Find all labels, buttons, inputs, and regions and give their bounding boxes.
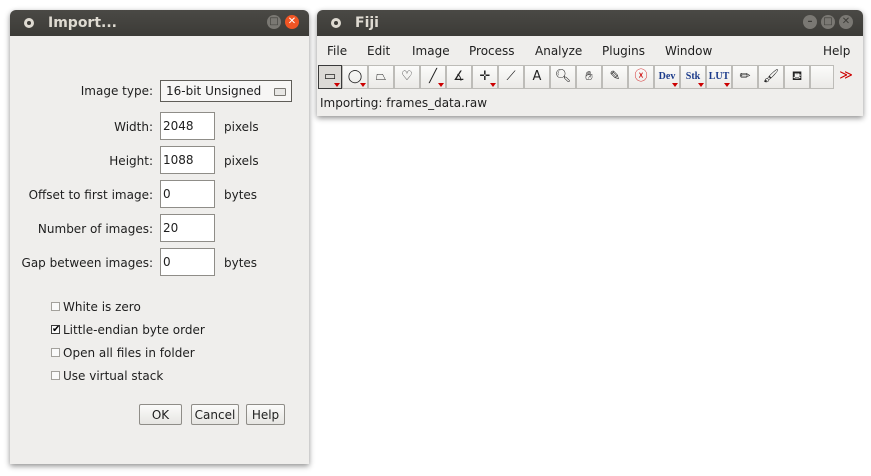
close-button[interactable]: ✕ bbox=[839, 15, 853, 29]
width-label: Width: bbox=[114, 120, 153, 134]
angle-tool-icon[interactable]: ∡ bbox=[446, 65, 472, 89]
magnifier-tool-icon[interactable]: 🔍︎ bbox=[550, 65, 576, 89]
checkbox-label: Little-endian byte order bbox=[63, 323, 205, 337]
oval-tool-icon[interactable]: ◯ bbox=[342, 65, 368, 89]
image-type-select[interactable]: 16-bit Unsigned bbox=[160, 80, 292, 102]
image-type-value: 16-bit Unsigned bbox=[166, 84, 262, 98]
submenu-indicator-icon bbox=[724, 83, 730, 87]
checkbox-label: Use virtual stack bbox=[63, 369, 164, 383]
close-icon: ✕ bbox=[287, 16, 297, 27]
fiji-window: Fiji – □ ✕ File Edit Image Process Analy… bbox=[317, 10, 863, 116]
clear-icon[interactable]: ⓧ bbox=[628, 65, 654, 89]
close-icon: ✕ bbox=[841, 16, 851, 27]
close-button[interactable]: ✕ bbox=[285, 15, 299, 29]
menu-analyze[interactable]: Analyze bbox=[535, 44, 582, 58]
submenu-indicator-icon bbox=[672, 83, 678, 87]
dropdown-icon bbox=[274, 88, 286, 96]
offset-unit: bytes bbox=[224, 188, 258, 202]
width-unit: pixels bbox=[224, 120, 259, 134]
submenu-indicator-icon bbox=[698, 83, 704, 87]
line-tool-icon[interactable]: ╱ bbox=[420, 65, 446, 89]
height-field[interactable]: 1088 bbox=[160, 146, 215, 174]
checkbox-box[interactable] bbox=[51, 302, 60, 311]
gap-field[interactable]: 0 bbox=[160, 248, 215, 276]
maximize-icon: □ bbox=[269, 16, 279, 27]
wand-tool-icon[interactable]: ⟋ bbox=[498, 65, 524, 89]
dev-menu-icon[interactable]: Dev bbox=[654, 65, 680, 89]
import-dialog-titlebar[interactable]: Import... □ ✕ bbox=[10, 10, 309, 36]
menu-process[interactable]: Process bbox=[469, 44, 515, 58]
menu-file[interactable]: File bbox=[327, 44, 347, 58]
maximize-button[interactable]: □ bbox=[267, 15, 281, 29]
offset-label: Offset to first image: bbox=[28, 188, 153, 202]
maximize-icon: □ bbox=[823, 16, 833, 27]
more-tools-icon[interactable]: ≫ bbox=[834, 65, 858, 89]
gap-label: Gap between images: bbox=[21, 256, 153, 270]
import-dialog-title: Import... bbox=[48, 15, 117, 31]
empty-slot[interactable] bbox=[810, 65, 834, 89]
cancel-button[interactable]: Cancel bbox=[191, 404, 239, 425]
checkbox-label: White is zero bbox=[63, 300, 141, 314]
status-bar: Importing: frames_data.raw bbox=[320, 96, 488, 110]
import-dialog: Import... □ ✕ Image type: 16-bit Unsigne… bbox=[10, 10, 309, 464]
fiji-title: Fiji bbox=[355, 15, 379, 31]
minimize-button[interactable]: – bbox=[803, 15, 817, 29]
submenu-indicator-icon bbox=[438, 83, 444, 87]
brush-tool-icon[interactable]: 🖌︎ bbox=[758, 65, 784, 89]
offset-field[interactable]: 0 bbox=[160, 180, 215, 208]
submenu-indicator-icon bbox=[360, 83, 366, 87]
text-tool-icon[interactable]: A bbox=[524, 65, 550, 89]
num-images-label: Number of images: bbox=[37, 222, 153, 236]
fiji-titlebar[interactable]: Fiji – □ ✕ bbox=[317, 10, 863, 36]
checkbox-box[interactable]: ✔ bbox=[51, 325, 60, 335]
checkbox-label: Open all files in folder bbox=[63, 346, 195, 360]
checkbox-box[interactable] bbox=[51, 371, 60, 380]
menu-plugins[interactable]: Plugins bbox=[602, 44, 645, 58]
pencil-tool-icon[interactable]: ✏︎ bbox=[732, 65, 758, 89]
help-button[interactable]: Help bbox=[246, 404, 285, 425]
submenu-indicator-icon bbox=[334, 83, 340, 87]
menu-window[interactable]: Window bbox=[665, 44, 712, 58]
width-field[interactable]: 2048 bbox=[160, 112, 215, 140]
menubar: File Edit Image Process Analyze Plugins … bbox=[317, 36, 863, 62]
window-menu-icon[interactable] bbox=[24, 18, 34, 28]
height-unit: pixels bbox=[224, 154, 259, 168]
image-type-label: Image type: bbox=[80, 84, 153, 98]
ok-button[interactable]: OK bbox=[139, 404, 182, 425]
submenu-indicator-icon bbox=[490, 83, 496, 87]
stk-menu-icon[interactable]: Stk bbox=[680, 65, 706, 89]
gap-unit: bytes bbox=[224, 256, 258, 270]
menu-image[interactable]: Image bbox=[412, 44, 450, 58]
flood-fill-icon[interactable]: ⛾ bbox=[784, 65, 810, 89]
menu-help[interactable]: Help bbox=[823, 44, 850, 58]
rectangle-tool-icon[interactable]: ▭ bbox=[318, 65, 342, 89]
checkbox-box[interactable] bbox=[51, 348, 60, 357]
point-tool-icon[interactable]: ✛ bbox=[472, 65, 498, 89]
window-menu-icon[interactable] bbox=[331, 18, 341, 28]
freehand-tool-icon[interactable]: ♡ bbox=[394, 65, 420, 89]
polygon-tool-icon[interactable]: ⏢ bbox=[368, 65, 394, 89]
lut-menu-icon[interactable]: LUT bbox=[706, 65, 732, 89]
height-label: Height: bbox=[109, 154, 153, 168]
num-images-field[interactable]: 20 bbox=[160, 214, 215, 242]
minimize-icon: – bbox=[807, 16, 813, 27]
hand-tool-icon[interactable]: ✋︎ bbox=[576, 65, 602, 89]
color-picker-icon[interactable]: ✎ bbox=[602, 65, 628, 89]
maximize-button[interactable]: □ bbox=[821, 15, 835, 29]
menu-edit[interactable]: Edit bbox=[367, 44, 390, 58]
